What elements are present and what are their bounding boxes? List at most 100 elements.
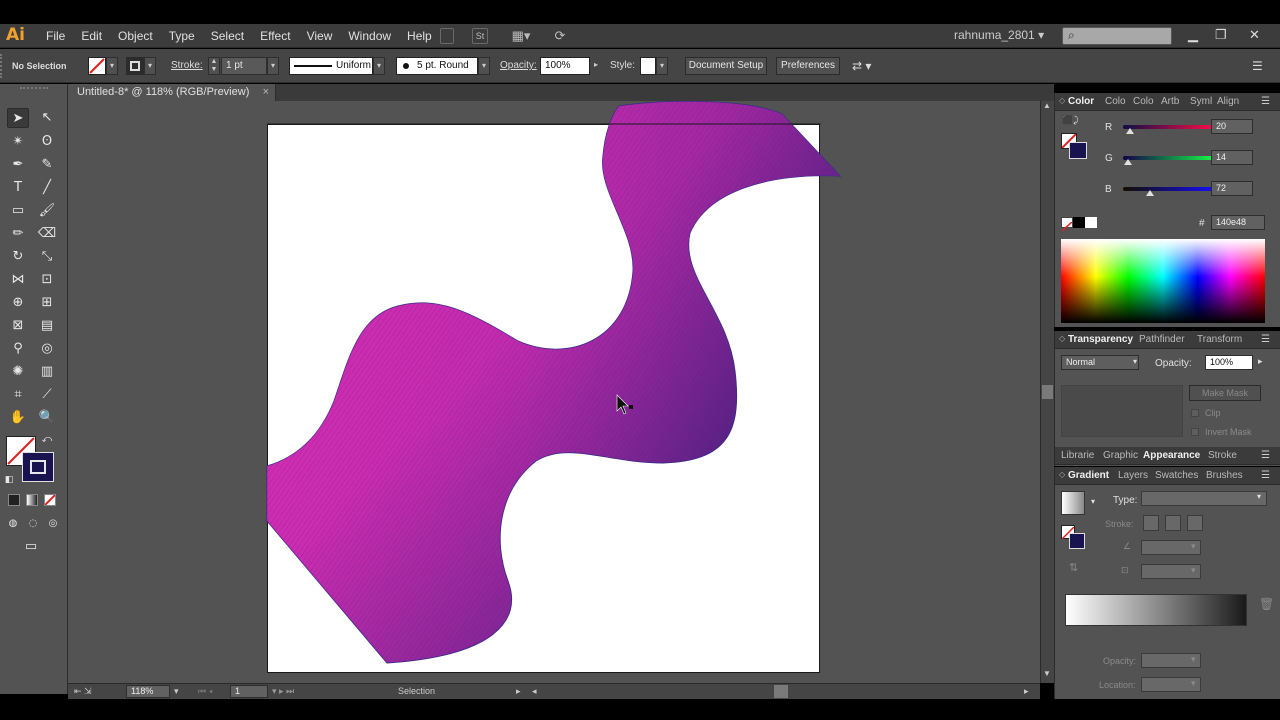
stroke-label[interactable]: Stroke:: [171, 57, 203, 75]
stroke-gradient-along-icon[interactable]: [1165, 515, 1181, 531]
preferences-button[interactable]: Preferences: [776, 57, 840, 75]
invert-mask-checkbox[interactable]: [1191, 428, 1199, 436]
b-slider-knob[interactable]: [1145, 190, 1154, 196]
lasso-tool-icon[interactable]: ʘ: [36, 132, 58, 152]
zoom-dropdown-icon[interactable]: ▾: [174, 686, 179, 697]
hex-field[interactable]: 140e48: [1211, 215, 1265, 230]
type-tool-icon[interactable]: T: [7, 178, 29, 198]
panel-stroke-swatch[interactable]: [1069, 142, 1087, 159]
clip-checkbox[interactable]: [1191, 409, 1199, 417]
zoom-tool-icon[interactable]: 🔍: [36, 408, 58, 428]
collapse-icon[interactable]: ◇: [1059, 96, 1065, 105]
search-input[interactable]: ⌕: [1062, 27, 1172, 45]
free-transform-tool-icon[interactable]: ⊡: [36, 270, 58, 290]
pencil-tool-icon[interactable]: ✏: [7, 224, 29, 244]
tab-transform[interactable]: Transform: [1197, 334, 1242, 345]
g-slider-knob[interactable]: [1124, 159, 1133, 165]
stroke-dropdown-arrow[interactable]: ▾: [144, 57, 156, 75]
first-artboard-icon[interactable]: ⏮ ◂: [198, 686, 213, 697]
blend-tool-icon[interactable]: ◎: [36, 339, 58, 359]
stroke-weight-stepper[interactable]: ▲ ▼: [208, 57, 220, 75]
draw-behind-icon[interactable]: ◌: [25, 514, 41, 534]
toolbox-grip[interactable]: [20, 87, 48, 89]
close-tab-icon[interactable]: ×: [263, 84, 269, 101]
stroke-gradient-within-icon[interactable]: [1143, 515, 1159, 531]
mesh-tool-icon[interactable]: ⊠: [7, 316, 29, 336]
menu-window[interactable]: Window: [340, 29, 399, 43]
stroke-swatch-large[interactable]: [22, 452, 54, 482]
color-spectrum[interactable]: [1061, 239, 1265, 323]
brush-dropdown[interactable]: ▾: [478, 57, 490, 75]
width-tool-icon[interactable]: ⋈: [7, 270, 29, 290]
hscroll-right-icon[interactable]: ▸: [1024, 686, 1029, 697]
hscroll-left-icon[interactable]: ◂: [532, 686, 537, 697]
scroll-down-icon[interactable]: ▼: [1043, 669, 1051, 678]
style-dropdown[interactable]: ▾: [656, 57, 668, 75]
pen-tool-icon[interactable]: ✒: [7, 155, 29, 175]
column-graph-tool-icon[interactable]: ▥: [36, 362, 58, 382]
aspect-ratio-dropdown-icon[interactable]: ▾: [1191, 565, 1196, 576]
white-swatch[interactable]: [1085, 217, 1097, 228]
b-slider[interactable]: [1123, 187, 1217, 191]
tab-stroke[interactable]: Stroke: [1208, 450, 1237, 461]
document-setup-button[interactable]: Document Setup: [685, 57, 767, 75]
delete-stop-icon[interactable]: 🗑: [1259, 597, 1274, 611]
tab-gradient[interactable]: Gradient: [1068, 470, 1109, 481]
minimize-icon[interactable]: ▁: [1188, 27, 1198, 43]
gpu-performance-icon[interactable]: ⟳: [550, 28, 570, 44]
arrange-documents-icon[interactable]: ▦▾: [510, 28, 532, 44]
b-value-field[interactable]: 72: [1211, 181, 1253, 196]
collapse-icon[interactable]: ◇: [1059, 334, 1065, 343]
r-slider-knob[interactable]: [1126, 128, 1135, 134]
curvature-tool-icon[interactable]: ✎: [36, 155, 58, 175]
tab-symbols[interactable]: Syml: [1190, 96, 1212, 107]
selection-tool-icon[interactable]: ➤: [7, 108, 29, 128]
menu-effect[interactable]: Effect: [252, 29, 298, 43]
status-mode[interactable]: Selection: [398, 686, 435, 696]
canvas[interactable]: [68, 101, 1040, 683]
make-mask-button[interactable]: Make Mask: [1189, 385, 1261, 401]
angle-dropdown-icon[interactable]: ▾: [1191, 541, 1196, 552]
tab-align[interactable]: Align: [1217, 96, 1239, 107]
panel-menu-icon[interactable]: ☰: [1261, 96, 1270, 107]
tab-color-themes[interactable]: Colo: [1133, 96, 1154, 107]
transform-icon[interactable]: ⇄ ▾: [852, 57, 871, 75]
transparency-opacity-field[interactable]: 100%: [1205, 355, 1253, 370]
opacity-field[interactable]: 100%: [540, 57, 590, 75]
scale-tool-icon[interactable]: ⤡: [36, 247, 58, 267]
r-slider[interactable]: [1123, 125, 1217, 129]
brush-definition[interactable]: 5 pt. Round: [396, 57, 478, 75]
default-colors-icon[interactable]: ◧: [2, 470, 16, 490]
panel-menu-icon[interactable]: ☰: [1261, 450, 1270, 461]
gradient-thumbnail[interactable]: [1061, 491, 1085, 515]
tab-artboards[interactable]: Artb: [1161, 96, 1179, 107]
opacity-slider-arrow[interactable]: ▸: [1258, 356, 1263, 367]
tab-graphic-styles[interactable]: Graphic: [1103, 450, 1138, 461]
gradient-mode-icon[interactable]: [26, 494, 38, 506]
rotate-tool-icon[interactable]: ↻: [7, 247, 29, 267]
none-mode-icon[interactable]: [44, 494, 56, 506]
stroke-weight-field[interactable]: 1 pt: [221, 57, 267, 75]
fill-dropdown-arrow[interactable]: ▾: [106, 57, 118, 75]
draw-inside-icon[interactable]: ◎: [45, 514, 61, 534]
stroke-weight-dropdown[interactable]: ▾: [267, 57, 279, 75]
shape-builder-tool-icon[interactable]: ⊕: [7, 293, 29, 313]
g-slider[interactable]: [1123, 156, 1217, 160]
tab-color-guide[interactable]: Colo: [1105, 96, 1126, 107]
control-bar-menu-icon[interactable]: ☰: [1252, 57, 1263, 75]
menu-view[interactable]: View: [299, 29, 341, 43]
gradient-stroke-swatch[interactable]: [1069, 533, 1085, 549]
variable-width-profile[interactable]: Uniform: [289, 57, 373, 75]
tab-libraries[interactable]: Librarie: [1061, 450, 1094, 461]
zoom-field[interactable]: 118%: [126, 685, 170, 698]
stroke-swatch[interactable]: [126, 57, 144, 75]
line-segment-tool-icon[interactable]: ╱: [36, 178, 58, 198]
tab-transparency[interactable]: Transparency: [1068, 334, 1133, 345]
draw-normal-icon[interactable]: ◍: [5, 514, 21, 534]
rectangle-tool-icon[interactable]: ▭: [7, 201, 29, 221]
profile-dropdown[interactable]: ▾: [373, 57, 385, 75]
bridge-icon[interactable]: [440, 28, 454, 44]
screen-mode-icon[interactable]: ▭: [20, 537, 42, 557]
blend-mode-dropdown-icon[interactable]: ▾: [1133, 357, 1137, 366]
status-arrow-icon[interactable]: ▸: [516, 686, 521, 697]
